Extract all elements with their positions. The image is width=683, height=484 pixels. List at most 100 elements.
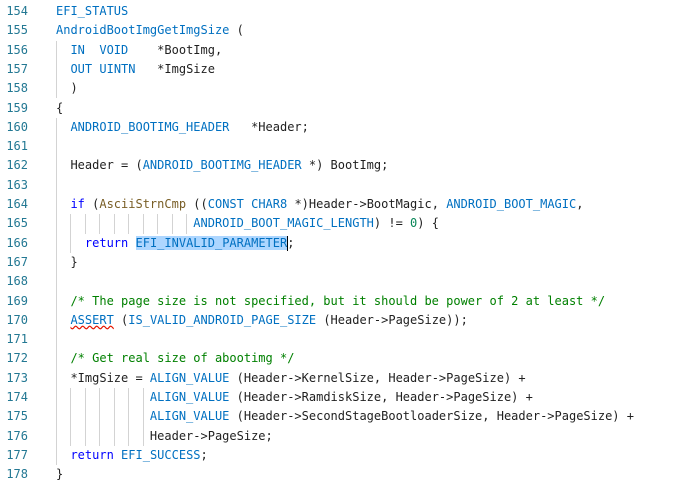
code-line[interactable]: 170 ASSERT (IS_VALID_ANDROID_PAGE_SIZE (… bbox=[0, 311, 683, 330]
code-line[interactable]: 172 /* Get real size of abootimg */ bbox=[0, 349, 683, 368]
code-token: *BootImg, bbox=[128, 42, 223, 57]
code-text[interactable]: EFI_STATUS bbox=[56, 2, 128, 21]
code-line[interactable]: 174 ALIGN_VALUE (Header->RamdiskSize, He… bbox=[0, 388, 683, 407]
code-token: CHAR8 bbox=[251, 197, 288, 211]
code-line[interactable]: 156 IN VOID *BootImg, bbox=[0, 41, 683, 60]
code-text[interactable]: { bbox=[56, 99, 63, 118]
line-number: 162 bbox=[6, 158, 28, 173]
code-line[interactable]: 162 Header = (ANDROID_BOOTIMG_HEADER *) … bbox=[0, 156, 683, 175]
code-line[interactable]: 169 /* The page size is not specified, b… bbox=[0, 292, 683, 311]
code-text[interactable]: /* Get real size of abootimg */ bbox=[56, 349, 294, 368]
code-token: (Header->RamdiskSize, Header->PageSize) … bbox=[229, 390, 533, 404]
indent-guide bbox=[56, 40, 57, 99]
code-token: ( bbox=[84, 197, 100, 211]
code-text[interactable]: if (AsciiStrnCmp ((CONST CHAR8 *)Header-… bbox=[56, 195, 583, 214]
code-text[interactable]: return EFI_INVALID_PARAMETER; bbox=[56, 234, 294, 253]
code-token: (Header->SecondStageBootloaderSize, Head… bbox=[229, 409, 634, 424]
code-text[interactable]: *ImgSize = ALIGN_VALUE (Header->KernelSi… bbox=[56, 369, 526, 388]
line-number: 161 bbox=[6, 139, 28, 154]
indent-guide bbox=[142, 388, 144, 446]
indent-guide bbox=[185, 214, 187, 234]
code-token: ALIGN_VALUE bbox=[149, 370, 230, 385]
code-token: EFI_SUCCESS bbox=[121, 447, 201, 462]
line-number: 165 bbox=[6, 216, 28, 231]
code-token: } bbox=[56, 467, 64, 482]
indent-guide bbox=[70, 214, 72, 234]
code-line[interactable]: 163 bbox=[0, 176, 683, 195]
code-line[interactable]: 157 OUT UINTN *ImgSize bbox=[0, 60, 683, 79]
code-token: ANDROID_BOOT_MAGIC bbox=[446, 197, 577, 211]
code-text[interactable]: ) bbox=[56, 79, 77, 98]
code-text[interactable]: IN VOID *BootImg, bbox=[56, 41, 222, 60]
code-line[interactable]: 160 ANDROID_BOOTIMG_HEADER *Header; bbox=[0, 118, 683, 137]
code-line[interactable]: 166 return EFI_INVALID_PARAMETER; bbox=[0, 234, 683, 253]
line-number: 164 bbox=[6, 197, 28, 211]
code-token: ) { bbox=[417, 216, 439, 231]
code-token: ; bbox=[287, 235, 295, 250]
line-number: 176 bbox=[6, 428, 28, 443]
code-token: *ImgSize bbox=[135, 61, 215, 76]
code-text[interactable]: ANDROID_BOOTIMG_HEADER *Header; bbox=[56, 118, 308, 137]
indent-guide bbox=[84, 214, 86, 234]
code-text[interactable]: Header->PageSize; bbox=[56, 427, 273, 446]
code-text[interactable]: OUT UINTN *ImgSize bbox=[56, 60, 215, 79]
code-text[interactable]: ASSERT (IS_VALID_ANDROID_PAGE_SIZE (Head… bbox=[56, 311, 467, 330]
code-line[interactable]: 168 bbox=[0, 272, 683, 291]
code-token: ALIGN_VALUE bbox=[149, 390, 230, 404]
line-number: 154 bbox=[6, 4, 28, 18]
indent-guide bbox=[99, 214, 101, 234]
code-editor[interactable]: 154 EFI_STATUS 155 AndroidBootImgGetImgSize… bbox=[0, 0, 683, 481]
code-token: *ImgSize = bbox=[56, 370, 150, 385]
code-line[interactable]: 175 ALIGN_VALUE (Header->SecondStageBoot… bbox=[0, 407, 683, 426]
code-line[interactable]: 159 { bbox=[0, 99, 683, 118]
code-text[interactable]: AndroidBootImgGetImgSize ( bbox=[56, 21, 244, 40]
code-line[interactable]: 155 AndroidBootImgGetImgSize ( bbox=[0, 21, 683, 40]
code-line[interactable]: 171 bbox=[0, 330, 683, 349]
code-token: CONST bbox=[207, 197, 244, 211]
code-token: ( bbox=[113, 312, 129, 327]
code-line[interactable]: 173 *ImgSize = ALIGN_VALUE (Header->Kern… bbox=[0, 369, 683, 388]
code-token: if bbox=[70, 197, 85, 211]
code-line[interactable]: 177 return EFI_SUCCESS; bbox=[0, 446, 683, 465]
code-token: *) BootImg; bbox=[301, 158, 389, 173]
code-line[interactable]: 161 bbox=[0, 137, 683, 156]
code-token: Header = ( bbox=[56, 158, 143, 173]
line-number: 170 bbox=[6, 312, 28, 327]
code-token: OUT bbox=[70, 61, 93, 76]
code-token: ANDROID_BOOT_MAGIC_LENGTH bbox=[193, 216, 374, 231]
code-token: EFI_STATUS bbox=[56, 4, 129, 18]
line-number: 157 bbox=[6, 61, 28, 76]
code-text[interactable]: Header = (ANDROID_BOOTIMG_HEADER *) Boot… bbox=[56, 156, 388, 175]
code-text[interactable]: return EFI_SUCCESS; bbox=[56, 446, 207, 465]
line-number: 160 bbox=[6, 119, 28, 134]
code-line[interactable]: 158 ) bbox=[0, 79, 683, 98]
code-text[interactable]: /* The page size is not specified, but i… bbox=[56, 292, 605, 311]
line-number: 155 bbox=[6, 23, 28, 38]
indent-guide bbox=[128, 214, 130, 234]
indent-guide bbox=[70, 388, 72, 446]
code-line[interactable]: 167 } bbox=[0, 253, 683, 272]
code-text[interactable]: } bbox=[56, 253, 78, 272]
line-number: 169 bbox=[6, 293, 28, 308]
code-line[interactable]: 176 Header->PageSize; bbox=[0, 427, 683, 446]
line-number: 172 bbox=[6, 351, 28, 366]
code-token: (Header->KernelSize, Header->PageSize) + bbox=[229, 370, 526, 385]
selected-token: EFI_INVALID_PARAMETER bbox=[135, 235, 288, 250]
indent-guide bbox=[70, 233, 72, 253]
code-line[interactable]: 164 if (AsciiStrnCmp ((CONST CHAR8 *)Hea… bbox=[0, 195, 683, 214]
code-line[interactable]: 165 ANDROID_BOOT_MAGIC_LENGTH) != 0) { bbox=[0, 214, 683, 233]
code-text[interactable]: } bbox=[56, 465, 63, 484]
code-line[interactable]: 178} bbox=[0, 465, 683, 484]
indent-guide bbox=[113, 214, 115, 234]
code-line[interactable]: 154 EFI_STATUS bbox=[0, 2, 683, 21]
code-token: IS_VALID_ANDROID_PAGE_SIZE bbox=[128, 312, 317, 327]
line-number: 159 bbox=[6, 100, 28, 115]
code-token: } bbox=[56, 254, 78, 269]
